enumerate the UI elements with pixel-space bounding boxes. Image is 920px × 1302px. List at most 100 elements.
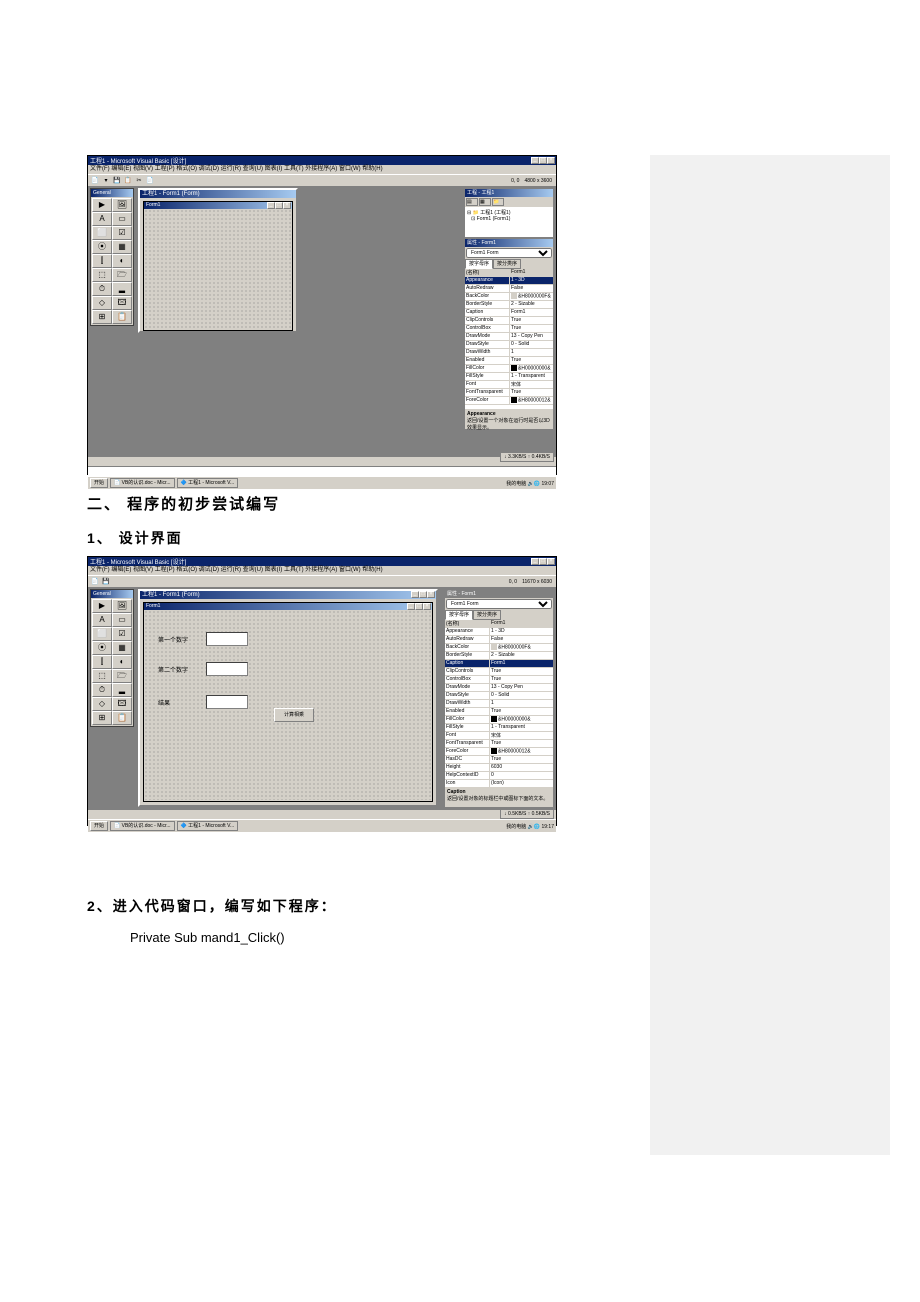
toolbox-item[interactable]: ⏱ — [92, 683, 112, 697]
toolbox-item[interactable]: ⦿ — [92, 240, 112, 254]
property-row[interactable]: Icon(Icon) — [445, 780, 553, 787]
property-row[interactable]: (名称)Form1 — [465, 269, 553, 277]
taskbar-item[interactable]: 🔷 工程1 - Microsoft V... — [177, 478, 239, 488]
form-min[interactable]: _ — [407, 603, 415, 610]
tab-alpha[interactable]: 按字母序 — [465, 259, 493, 269]
property-row[interactable]: BackColor&H8000000F& — [445, 644, 553, 652]
form-designer[interactable]: Form1 _□× — [143, 201, 293, 331]
property-row[interactable]: BackColor&H8000000F& — [465, 293, 553, 301]
label-first-num[interactable]: 第一个数字 — [158, 635, 188, 644]
property-row[interactable]: BorderStyle2 - Sizable — [445, 652, 553, 660]
property-row[interactable]: HelpContextID0 — [445, 772, 553, 780]
toolbox-item[interactable]: ▶ — [92, 599, 112, 613]
maximize-button[interactable]: □ — [539, 157, 547, 164]
toolbox-item[interactable]: ☑ — [112, 226, 132, 240]
property-row[interactable]: FontTransparentTrue — [465, 389, 553, 397]
toolbox-item[interactable]: ⬚ — [92, 268, 112, 282]
property-row[interactable]: Font宋体 — [445, 732, 553, 740]
property-row[interactable]: (名称)Form1 — [445, 620, 553, 628]
taskbar-item[interactable]: 📄 VB的认识.doc - Micr... — [110, 821, 175, 831]
toolbox-item[interactable]: ▦ — [112, 641, 132, 655]
property-row[interactable]: DrawMode13 - Copy Pen — [445, 684, 553, 692]
property-row[interactable]: FontTransparentTrue — [445, 740, 553, 748]
toolbox-item[interactable]: 🖼 — [112, 198, 132, 212]
toolbox-item[interactable]: 📋 — [112, 711, 132, 725]
close-button[interactable]: × — [547, 558, 555, 565]
form-max[interactable]: □ — [275, 202, 283, 209]
object-combo[interactable]: Form1 Form — [446, 599, 552, 609]
view-code-button[interactable]: ▤ — [466, 198, 478, 206]
doc-max[interactable]: □ — [419, 591, 427, 598]
toolbox-item[interactable]: ⊞ — [92, 310, 112, 324]
form-surface[interactable]: 第一个数字 第二个数字 结果 计算相乘 — [144, 610, 432, 800]
toolbox-item[interactable]: ⊞ — [92, 711, 112, 725]
property-row[interactable]: ForeColor&H80000012& — [465, 397, 553, 405]
toolbox-item[interactable]: 🗁 — [112, 268, 132, 282]
tool-btn[interactable]: 📄 — [90, 577, 100, 587]
toolbox-item[interactable]: ▭ — [112, 613, 132, 627]
property-row[interactable]: DrawMode13 - Copy Pen — [465, 333, 553, 341]
form-designer[interactable]: Form1 _□× 第一个数字 第二个数字 结果 计算相乘 — [143, 602, 433, 802]
property-row[interactable]: CaptionForm1 — [445, 660, 553, 668]
hscroll[interactable] — [88, 466, 556, 476]
doc-min[interactable]: _ — [411, 591, 419, 598]
toolbox-item[interactable]: ▭ — [112, 212, 132, 226]
label-second-num[interactable]: 第二个数字 — [158, 665, 188, 674]
form-close[interactable]: × — [423, 603, 431, 610]
property-row[interactable]: EnabledTrue — [465, 357, 553, 365]
property-row[interactable]: ForeColor&H80000012& — [445, 748, 553, 756]
property-row[interactable]: Appearance1 - 3D — [465, 277, 553, 285]
form-surface[interactable] — [144, 209, 292, 329]
menubar[interactable]: 文件(F) 编辑(E) 视图(V) 工程(P) 格式(O) 调试(D) 运行(R… — [88, 165, 556, 174]
toolbox-item[interactable]: ◐ — [112, 655, 132, 669]
toolbox-item[interactable]: ▂ — [112, 683, 132, 697]
property-row[interactable]: DrawStyle0 - Solid — [445, 692, 553, 700]
toolbox-item[interactable]: 🖼 — [112, 599, 132, 613]
start-button[interactable]: 开始 — [90, 821, 108, 831]
tool-btn[interactable]: 📄 — [90, 176, 100, 186]
property-row[interactable]: FillStyle1 - Transparent — [445, 724, 553, 732]
property-row[interactable]: FillColor&H00000000& — [445, 716, 553, 724]
property-row[interactable]: FillColor&H00000000& — [465, 365, 553, 373]
property-row[interactable]: FillStyle1 - Transparent — [465, 373, 553, 381]
toolbox-item[interactable]: ⏱ — [92, 282, 112, 296]
property-row[interactable]: Appearance1 - 3D — [445, 628, 553, 636]
toolbox-item[interactable]: ⬚ — [92, 669, 112, 683]
doc-close[interactable]: × — [427, 591, 435, 598]
toolbox-item[interactable]: 📋 — [112, 310, 132, 324]
property-row[interactable]: Height6030 — [445, 764, 553, 772]
taskbar-item[interactable]: 🔷 工程1 - Microsoft V... — [177, 821, 239, 831]
tab-alpha[interactable]: 按字母序 — [445, 610, 473, 620]
property-row[interactable]: DrawWidth1 — [465, 349, 553, 357]
toolbox-item[interactable]: 🖾 — [112, 697, 132, 711]
tool-btn[interactable]: 📋 — [123, 176, 133, 186]
tool-btn[interactable]: 📄 — [145, 176, 155, 186]
property-row[interactable]: Font宋体 — [465, 381, 553, 389]
tool-btn[interactable]: 💾 — [101, 577, 111, 587]
toolbox-item[interactable]: ⫿ — [92, 655, 112, 669]
textbox-second[interactable] — [206, 662, 248, 676]
property-row[interactable]: DrawStyle0 - Solid — [465, 341, 553, 349]
toolbox-item[interactable]: 🖾 — [112, 296, 132, 310]
toolbox-item[interactable]: ⦿ — [92, 641, 112, 655]
property-row[interactable]: CaptionForm1 — [465, 309, 553, 317]
property-row[interactable]: AutoRedrawFalse — [465, 285, 553, 293]
property-row[interactable]: ClipControlsTrue — [465, 317, 553, 325]
toggle-folders-button[interactable]: 📁 — [492, 198, 504, 206]
object-combo[interactable]: Form1 Form — [466, 248, 552, 258]
toolbox-item[interactable]: A — [92, 613, 112, 627]
property-row[interactable]: DrawWidth1 — [445, 700, 553, 708]
minimize-button[interactable]: _ — [531, 558, 539, 565]
toolbox-item[interactable]: ☑ — [112, 627, 132, 641]
view-object-button[interactable]: ▦ — [479, 198, 491, 206]
project-tree[interactable]: ⊟ 📁 工程1 (工程1) ⊡ Form1 (Form1) — [465, 207, 553, 237]
tree-child[interactable]: Form1 (Form1) — [477, 216, 511, 222]
toolbox-item[interactable]: ▂ — [112, 282, 132, 296]
maximize-button[interactable]: □ — [539, 558, 547, 565]
menubar[interactable]: 文件(F) 编辑(E) 视图(V) 工程(P) 格式(O) 调试(D) 运行(R… — [88, 566, 556, 575]
toolbox-item[interactable]: ⬜ — [92, 226, 112, 240]
tab-category[interactable]: 按分类序 — [493, 259, 521, 269]
property-row[interactable]: EnabledTrue — [445, 708, 553, 716]
toolbox-item[interactable]: ▦ — [112, 240, 132, 254]
property-grid[interactable]: (名称)Form1Appearance1 - 3DAutoRedrawFalse… — [465, 269, 553, 409]
